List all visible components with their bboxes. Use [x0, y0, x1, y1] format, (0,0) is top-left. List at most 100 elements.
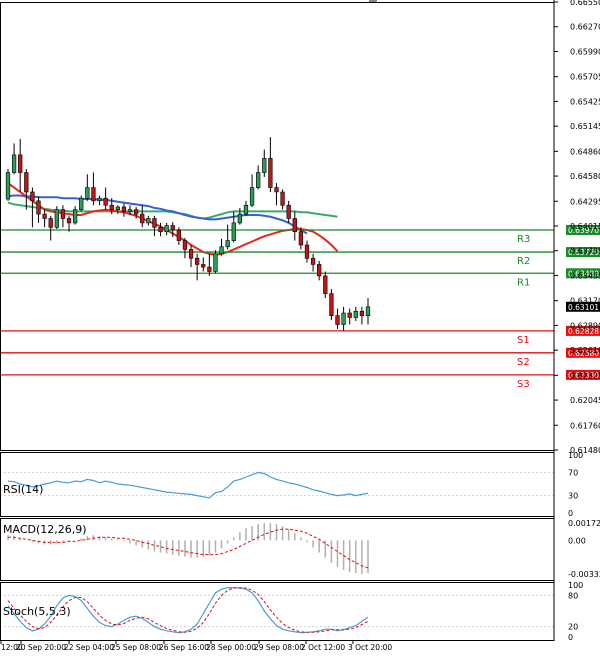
- candle-body: [182, 240, 188, 250]
- candle-body: [310, 257, 316, 265]
- price-tick-label: 0.65145: [570, 122, 600, 131]
- candle-body: [24, 172, 29, 193]
- scroll-marker: [369, 0, 377, 2]
- price-axis: 0.66550 0.66270 0.65990 0.65705 0.65425 0.651…: [554, 0, 600, 455]
- candle-body: [5, 172, 11, 200]
- candle-body: [158, 227, 163, 233]
- price-tick-label: 0.65425: [570, 97, 600, 106]
- stoch-tick-label: 80: [568, 591, 578, 600]
- candle-body: [85, 187, 90, 199]
- pivot-label: R2: [517, 256, 530, 267]
- candle-body: [97, 197, 102, 202]
- price-tick-label: 0.63455: [570, 271, 600, 280]
- candle-body: [213, 253, 218, 272]
- time-tick-label: 26 Sep 16:00: [159, 643, 209, 652]
- candle-body: [18, 154, 23, 173]
- price-tick-label: 0.63170: [570, 297, 600, 306]
- rsi-label: RSI(14): [3, 483, 43, 496]
- candle-body: [225, 240, 230, 248]
- candle-body: [262, 158, 267, 173]
- candle-body: [36, 200, 41, 215]
- panel-frames: [0, 0, 555, 641]
- panel-frame: [0, 2, 555, 451]
- candle-body: [359, 310, 365, 316]
- price-tick-label: 0.62045: [570, 396, 600, 405]
- candle-body: [304, 244, 310, 259]
- time-tick-label: 22 Sep 04:00: [64, 643, 114, 652]
- candle-body: [66, 218, 72, 224]
- candle-body: [317, 264, 322, 277]
- candle-body: [140, 213, 145, 224]
- candle-body: [103, 197, 108, 206]
- candle-body: [298, 231, 304, 246]
- price-tick-label: 0.64015: [570, 222, 600, 231]
- time-tick-label: 20 Sep 20:00: [16, 643, 66, 652]
- price-tick-label: 0.62890: [570, 321, 600, 330]
- candle-body: [243, 204, 249, 215]
- time-tick-label: 3 Oct 20:00: [348, 643, 392, 652]
- candle-body: [60, 209, 66, 219]
- rsi-tick-label: 30: [568, 492, 578, 501]
- candle-body: [109, 204, 114, 210]
- time-tick-label: 25 Sep 08:00: [111, 643, 161, 652]
- candle-body: [256, 172, 261, 188]
- candle-body: [195, 257, 200, 265]
- stoch-tick-label: 100: [568, 581, 583, 590]
- rsi-line: [7, 471, 369, 499]
- panel-frame: [0, 452, 555, 517]
- time-axis: 12:0020 Sep 20:0022 Sep 04:0025 Sep 08:0…: [0, 640, 392, 652]
- candle-body: [188, 249, 194, 259]
- price-tick-label: 0.65990: [570, 47, 600, 56]
- pivot-levels: R30.63970R20.63720R10.63480S10.62828S20.…: [0, 224, 600, 390]
- ma-mid-line: [7, 194, 308, 235]
- price-tick-label: 0.63735: [570, 247, 600, 256]
- pivot-label: S1: [517, 335, 530, 346]
- macd-tick-label: 0.00: [568, 536, 586, 545]
- rsi-tick-label: 70: [568, 468, 578, 477]
- time-tick-label: 28 Sep 00:00: [206, 643, 256, 652]
- candle-body: [91, 187, 96, 202]
- price-tick-label: 0.64295: [570, 197, 600, 206]
- candle-body: [30, 191, 35, 202]
- price-tick-label: 0.65705: [570, 73, 600, 82]
- candle-body: [54, 209, 59, 228]
- candle-body: [115, 206, 120, 210]
- time-tick-label: 2 Oct 12:00: [301, 643, 345, 652]
- macd-label: MACD(12,26,9): [3, 523, 87, 536]
- chart-root: R3 0.63970 R2 0.63720 R1 0.63480 S1 0.62828 S2 0.…: [0, 0, 600, 655]
- candle-body: [127, 209, 133, 212]
- price-tick-label: 0.64860: [570, 147, 600, 156]
- panel-frame: [0, 582, 555, 641]
- candle-body: [146, 218, 151, 224]
- candle-body: [152, 218, 157, 228]
- pivot-label: R1: [517, 277, 530, 288]
- candle-body: [323, 275, 328, 294]
- candle-body: [286, 204, 291, 219]
- candle-body: [11, 154, 17, 173]
- candle-body: [170, 225, 175, 231]
- price-tick-label: 0.62325: [570, 371, 600, 380]
- candle-body: [341, 312, 346, 325]
- candle-body: [280, 191, 285, 206]
- candle-body: [274, 187, 279, 193]
- pivot-label: R3: [517, 234, 530, 245]
- macd-panel: 0.00172 0.00 -0.003322: [7, 519, 600, 579]
- price-tick-label: 0.61760: [570, 421, 600, 430]
- candle-body: [79, 197, 84, 210]
- candle-body: [134, 209, 139, 215]
- candle-body: [347, 312, 352, 318]
- candle-body: [329, 293, 334, 316]
- time-tick-label: 29 Sep 08:00: [254, 643, 304, 652]
- candle-body: [219, 246, 224, 255]
- stoch-label: Stoch(5,5,3): [3, 605, 71, 618]
- candle-body: [335, 315, 340, 325]
- candle-body: [121, 206, 127, 212]
- price-tick-label: 0.64580: [570, 172, 600, 181]
- pivot-label: S3: [517, 379, 530, 390]
- candle-body: [201, 264, 206, 268]
- candle-body: [72, 209, 78, 224]
- candle-body: [249, 187, 255, 206]
- price-tick-label: 0.66550: [570, 0, 600, 7]
- forex-chart: R30.63970R20.63720R10.63480S10.62828S20.…: [0, 0, 600, 652]
- candle-body: [365, 306, 371, 316]
